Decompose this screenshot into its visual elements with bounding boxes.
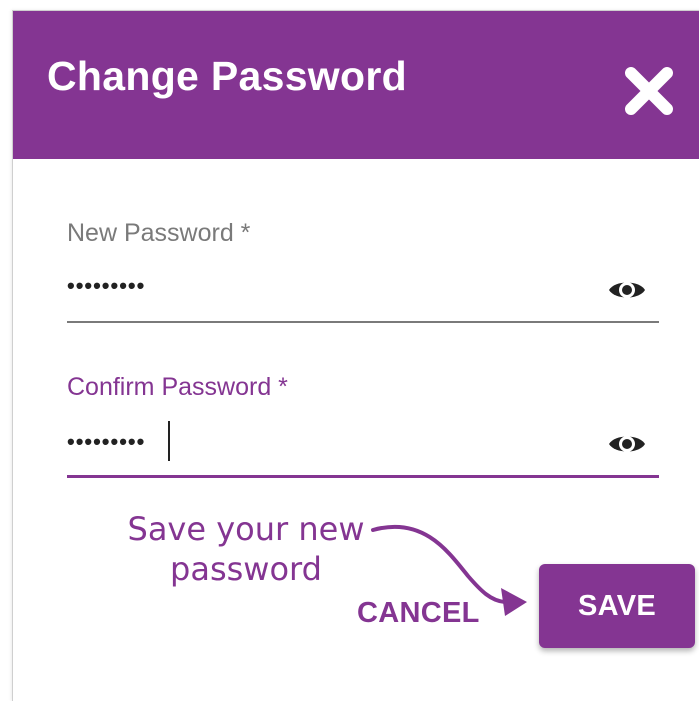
change-password-dialog: Change Password New Password * •••••••••… <box>12 10 699 701</box>
cancel-button[interactable]: CANCEL <box>357 597 480 630</box>
save-button[interactable]: SAVE <box>539 564 695 648</box>
